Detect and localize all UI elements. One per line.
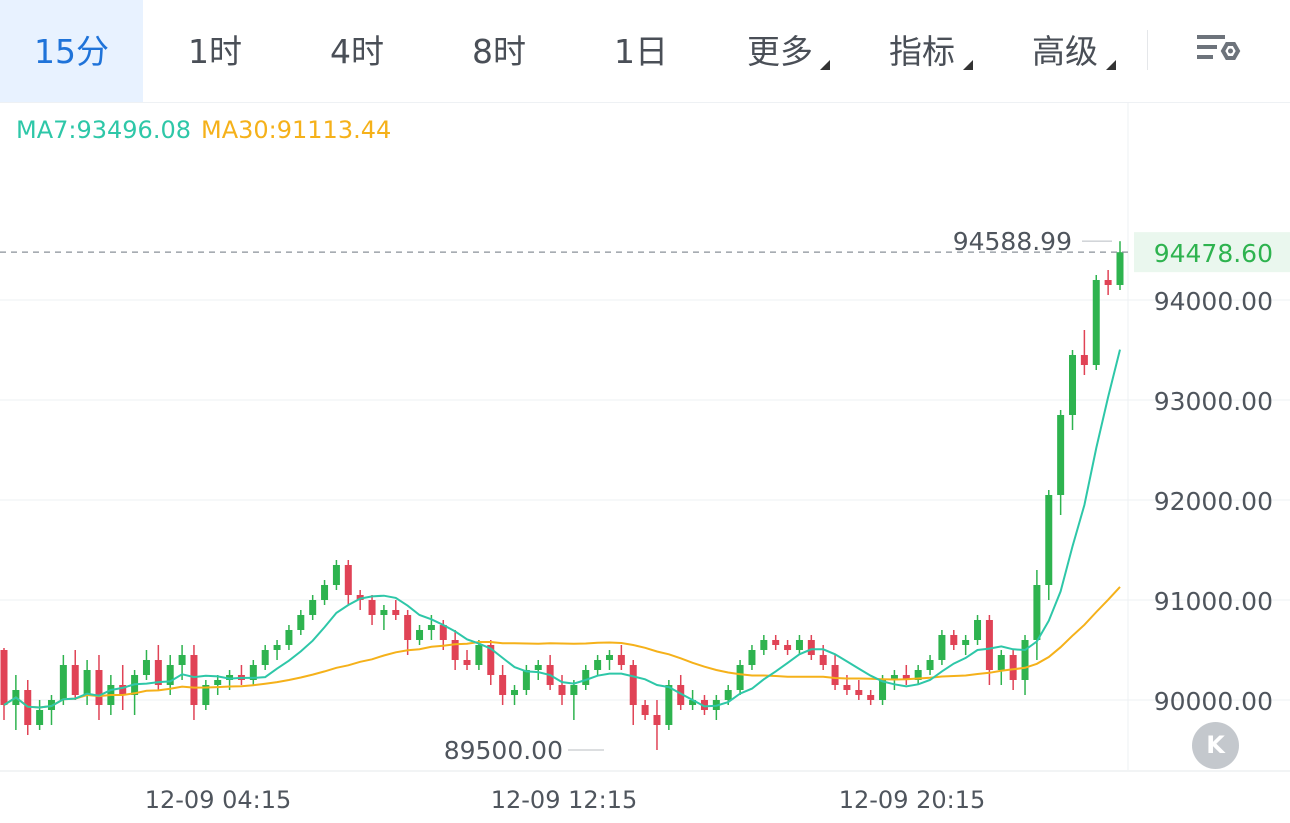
- candle-body: [214, 680, 222, 685]
- candle-body: [807, 640, 815, 655]
- candle-body: [629, 665, 637, 705]
- candle-body: [641, 705, 649, 715]
- candle-body: [1057, 415, 1065, 495]
- candle-body: [297, 615, 305, 630]
- candle-body: [748, 650, 756, 665]
- candle-body: [1080, 355, 1088, 365]
- candle-body: [985, 620, 993, 670]
- candle-body: [142, 660, 150, 675]
- y-tick-label: 92000.00: [1154, 487, 1273, 516]
- x-tick-label: 12-09 04:15: [145, 786, 292, 814]
- candle-body: [570, 685, 578, 695]
- candle-body: [463, 660, 471, 665]
- candle-body: [178, 655, 186, 665]
- candle-body: [938, 635, 946, 660]
- candle-body: [1045, 495, 1053, 585]
- candle-body: [0, 650, 8, 705]
- candle-body: [380, 610, 388, 615]
- candle-body: [1104, 280, 1112, 285]
- candle-body: [71, 665, 79, 695]
- candle-body: [451, 640, 459, 660]
- candle-body: [1092, 280, 1100, 365]
- candle-body: [392, 610, 400, 615]
- low-price-label: 89500.00: [444, 736, 563, 765]
- candle-body: [558, 685, 566, 695]
- candle-body: [427, 625, 435, 630]
- candle-body: [736, 665, 744, 690]
- candle-body: [653, 715, 661, 725]
- candle-body: [368, 600, 376, 615]
- candle-body: [511, 690, 519, 695]
- candle-body: [273, 645, 281, 650]
- candle-body: [285, 630, 293, 645]
- candle-body: [404, 615, 412, 640]
- current-price-label: 94478.60: [1154, 239, 1273, 268]
- candle-body: [867, 695, 875, 700]
- candle-body: [665, 685, 673, 725]
- candle-body: [831, 665, 839, 685]
- candle-body: [261, 650, 269, 665]
- candle-body: [594, 660, 602, 670]
- candle-body: [950, 635, 958, 645]
- candle-body: [926, 660, 934, 670]
- x-tick-label: 12-09 20:15: [839, 786, 986, 814]
- candlestick-chart[interactable]: 94000.00 93000.00 92000.00 91000.00 90000.00…: [0, 0, 1290, 823]
- ma7-line: [3, 349, 1121, 709]
- candle-body: [582, 670, 590, 685]
- candle-body: [819, 655, 827, 665]
- candle-body: [724, 690, 732, 700]
- candle-body: [1009, 655, 1017, 680]
- candle-body: [309, 600, 317, 615]
- y-tick-label: 93000.00: [1154, 387, 1273, 416]
- candle-body: [784, 645, 792, 650]
- candle-body: [36, 710, 44, 725]
- candle-body: [605, 655, 613, 660]
- candle-body: [974, 620, 982, 640]
- scroll-to-latest-button[interactable]: K: [1192, 722, 1239, 769]
- candle-body: [997, 655, 1005, 670]
- candle-body: [499, 675, 507, 695]
- candle-body: [332, 565, 340, 585]
- candle-body: [855, 690, 863, 695]
- candle-body: [522, 670, 530, 690]
- candle-body: [962, 640, 970, 645]
- candle-body: [534, 665, 542, 670]
- candle-body: [475, 645, 483, 665]
- y-tick-label: 94000.00: [1154, 287, 1273, 316]
- candle-body: [190, 655, 198, 705]
- candle-body: [1116, 252, 1124, 285]
- candle-body: [1021, 640, 1029, 680]
- candle-body: [95, 670, 103, 705]
- x-tick-label: 12-09 12:15: [491, 786, 638, 814]
- y-tick-label: 90000.00: [1154, 687, 1273, 716]
- candle-body: [772, 640, 780, 645]
- candle-body: [760, 640, 768, 650]
- candle-body: [83, 670, 91, 695]
- candle-body: [1033, 585, 1041, 640]
- candle-body: [1069, 355, 1077, 415]
- candle-body: [843, 685, 851, 690]
- candle-body: [617, 655, 625, 665]
- candle-body: [321, 585, 329, 600]
- candle-body: [416, 630, 424, 640]
- candle-body: [59, 665, 67, 700]
- candle-body: [344, 565, 352, 595]
- chevron-left-end-icon: K: [1206, 731, 1225, 759]
- candle-body: [795, 640, 803, 650]
- y-tick-label: 91000.00: [1154, 587, 1273, 616]
